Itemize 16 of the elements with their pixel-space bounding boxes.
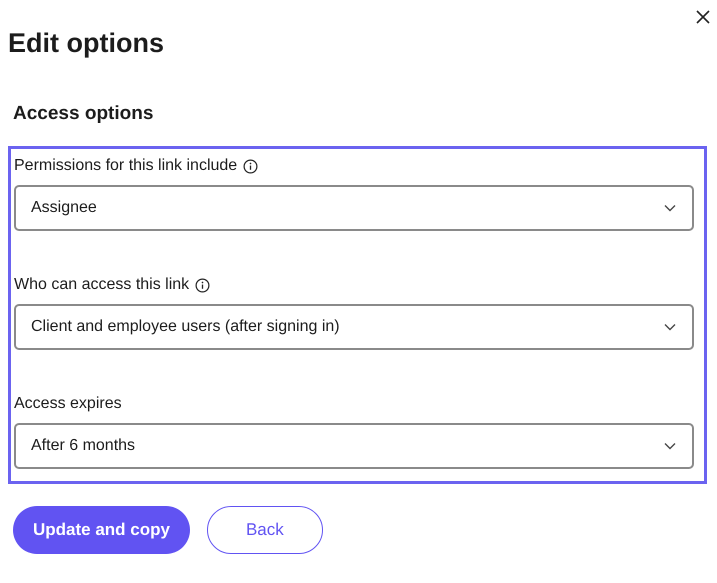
chevron-icon <box>664 323 676 331</box>
field-label: Who can access this link <box>14 275 190 295</box>
dialog-title: Edit options <box>8 27 165 60</box>
info-icon[interactable] <box>243 158 258 174</box>
dropdown-field[interactable]: After 6 months <box>14 423 694 469</box>
close-icon[interactable] <box>695 9 711 25</box>
info-icon[interactable] <box>195 278 210 292</box>
dropdown-field[interactable]: Client and employee users (after signing in) <box>14 304 694 350</box>
field-label: Access expires <box>14 394 122 414</box>
chevron-icon <box>664 204 676 212</box>
back-button[interactable]: Back <box>206 506 323 554</box>
dropdown-field[interactable]: Assignee <box>14 185 694 231</box>
chevron-icon <box>664 442 676 450</box>
field-label: Permissions for this link include <box>14 156 238 176</box>
update-button[interactable]: Update and copy <box>13 506 190 554</box>
section-title: Access options <box>13 102 154 126</box>
